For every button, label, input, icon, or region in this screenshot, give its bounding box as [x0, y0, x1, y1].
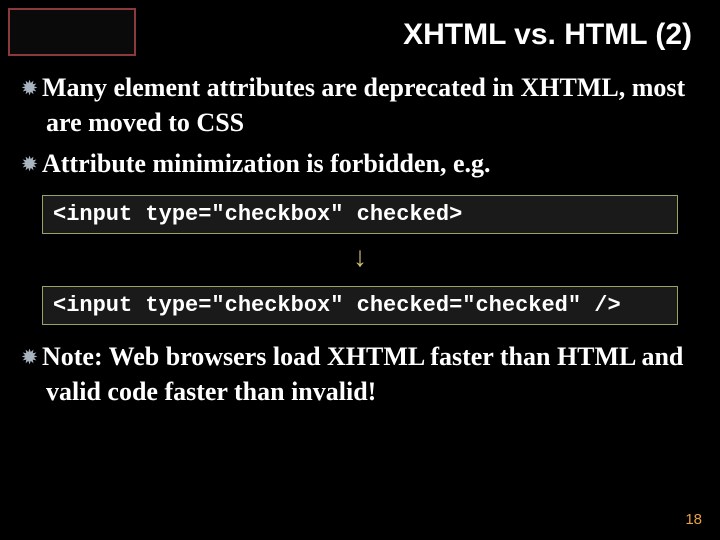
bullet-text: Attribute minimization is forbidden, e.g…	[42, 149, 491, 178]
bullet-icon: ✹	[22, 345, 42, 369]
page-number: 18	[685, 511, 702, 528]
bullet-icon: ✹	[22, 152, 42, 176]
bullet-text: Note: Web browsers load XHTML faster tha…	[42, 342, 683, 406]
arrow-down-icon: ↓	[353, 244, 367, 272]
code-example-before: <input type="checkbox" checked>	[42, 195, 678, 234]
bullet-icon: ✹	[22, 76, 42, 100]
logo-placeholder	[8, 8, 136, 56]
bullet-item: ✹Note: Web browsers load XHTML faster th…	[22, 339, 698, 409]
bullet-item: ✹Attribute minimization is forbidden, e.…	[22, 146, 698, 181]
bullet-text: Many element attributes are deprecated i…	[42, 73, 685, 137]
arrow-container: ↓	[22, 244, 698, 272]
slide-content: ✹Many element attributes are deprecated …	[0, 52, 720, 409]
code-example-after: <input type="checkbox" checked="checked"…	[42, 286, 678, 325]
bullet-item: ✹Many element attributes are deprecated …	[22, 70, 698, 140]
